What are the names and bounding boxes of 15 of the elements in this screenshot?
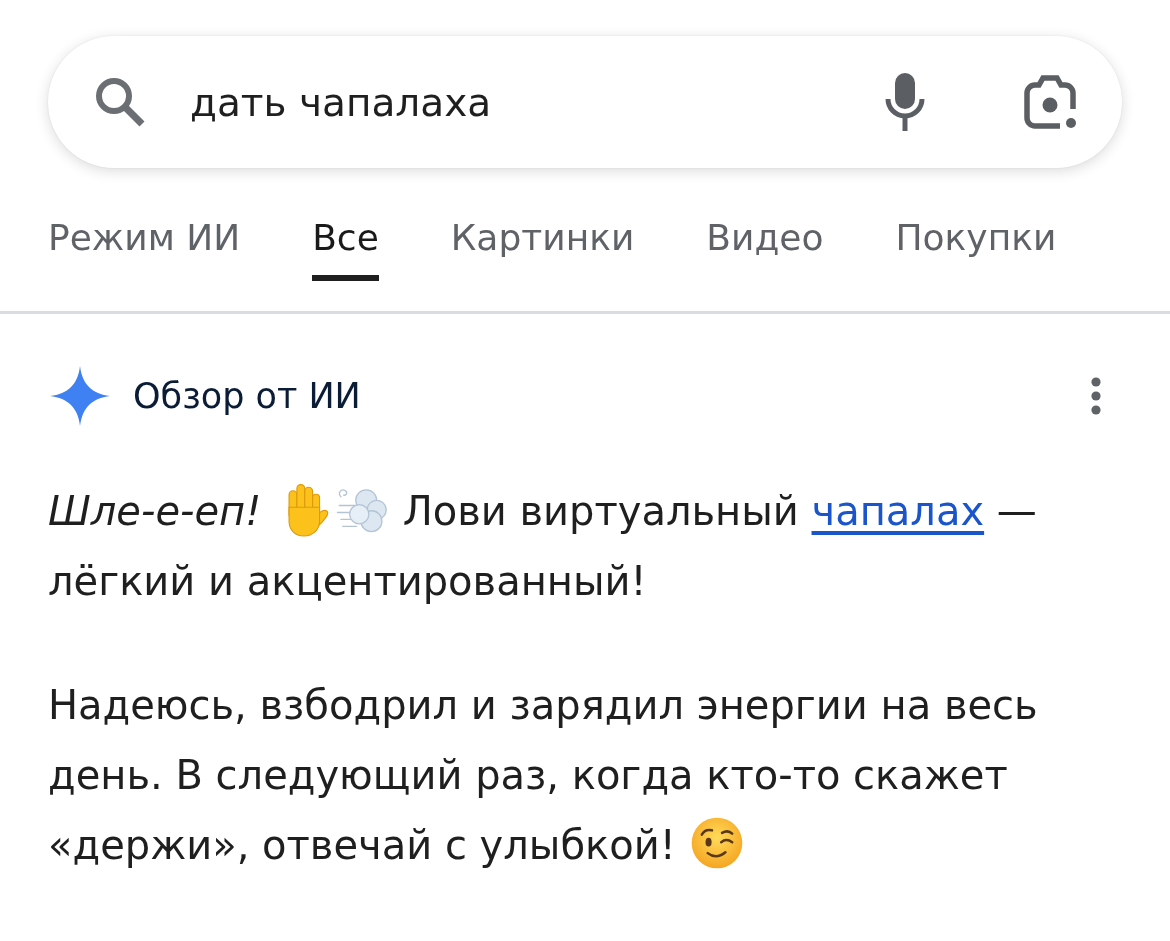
section-title: Обзор от ИИ bbox=[133, 376, 361, 416]
tab[interactable]: Все bbox=[312, 215, 379, 281]
tab[interactable]: Картинки bbox=[450, 215, 635, 281]
answer-paragraph: Шле-е-еп! Лови виртуальный чапалах — лёгкий и акцентированный! bbox=[48, 476, 1122, 616]
tab[interactable]: Видео bbox=[706, 215, 824, 281]
microphone-icon[interactable] bbox=[885, 73, 925, 131]
more-options-icon[interactable] bbox=[1090, 377, 1102, 415]
answer-paragraph: Надеюсь, взбодрил и зарядил энергии на весь день. В следующий раз, когда кто-то скажет «держи», отвечай с улыбкой! bbox=[48, 670, 1122, 880]
tab[interactable]: Покупки bbox=[895, 215, 1057, 281]
search-icon bbox=[94, 76, 146, 128]
winking-face-icon bbox=[690, 815, 745, 871]
search-field[interactable]: дать чапалаха bbox=[190, 74, 885, 130]
tab[interactable]: Режим ИИ bbox=[48, 215, 241, 281]
sparkle-icon bbox=[50, 366, 110, 426]
link[interactable]: чапалах bbox=[811, 488, 985, 534]
